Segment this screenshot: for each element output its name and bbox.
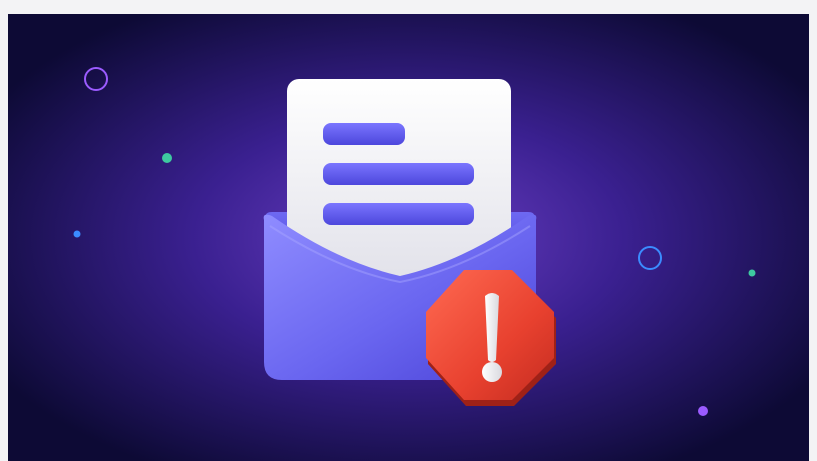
- exclamation-dot: [482, 362, 502, 382]
- hero-image: [8, 14, 809, 461]
- text-line: [323, 203, 474, 225]
- text-line: [323, 163, 474, 185]
- email-alert-illustration: [8, 14, 809, 461]
- page: [0, 0, 817, 461]
- text-line: [323, 123, 405, 145]
- dot-decoration: [698, 406, 708, 416]
- dot-decoration: [748, 269, 756, 277]
- dot-decoration: [73, 230, 81, 238]
- dot-decoration: [162, 153, 172, 163]
